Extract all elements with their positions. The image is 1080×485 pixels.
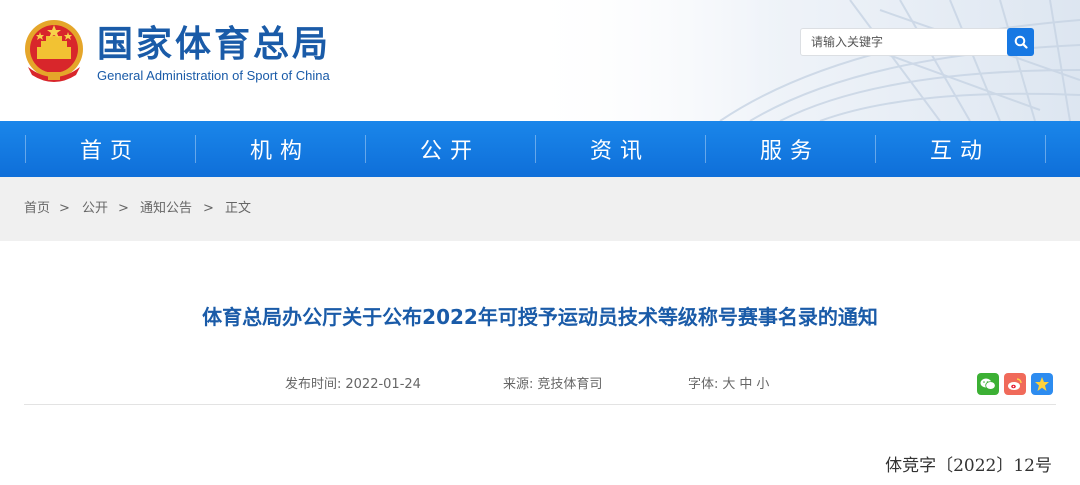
share-wechat-button[interactable]: [977, 373, 999, 395]
national-emblem-icon[interactable]: [22, 17, 86, 85]
source-value: 竞技体育司: [537, 377, 603, 392]
font-size-control: 字体: 大中小: [688, 377, 769, 393]
nav-item-organization[interactable]: 机构: [195, 121, 365, 177]
breadcrumb: 首页 > 公开 > 通知公告 > 正文: [0, 177, 1080, 241]
breadcrumb-separator: >: [203, 201, 214, 216]
wechat-icon: [980, 378, 996, 390]
document-number: 体竞字〔2022〕12号: [885, 456, 1052, 476]
font-size-medium[interactable]: 中: [739, 377, 752, 392]
publish-date: 发布时间: 2022-01-24: [285, 377, 421, 393]
magnifier-icon: [1014, 35, 1028, 49]
source-label: 来源:: [503, 377, 534, 392]
breadcrumb-notices[interactable]: 通知公告: [140, 201, 192, 217]
breadcrumb-current: 正文: [225, 201, 252, 216]
nav-item-interaction[interactable]: 互动: [875, 121, 1045, 177]
article-title: 体育总局办公厅关于公布2022年可授予运动员技术等级称号赛事名录的通知: [202, 305, 878, 329]
qzone-icon: [1035, 377, 1049, 391]
font-size-large[interactable]: 大: [722, 377, 735, 392]
nav-divider: [1045, 135, 1046, 163]
site-title: 国家体育总局: [97, 24, 332, 65]
search-input[interactable]: [801, 29, 1005, 55]
publish-date-value: 2022-01-24: [345, 377, 421, 392]
share-weibo-button[interactable]: [1004, 373, 1026, 395]
weibo-icon: [1008, 378, 1022, 390]
article-source: 来源: 竞技体育司: [503, 377, 602, 393]
font-size-small[interactable]: 小: [756, 377, 769, 392]
nav-item-home[interactable]: 首页: [25, 121, 195, 177]
search-button[interactable]: [1007, 28, 1034, 56]
nav-item-public[interactable]: 公开: [365, 121, 535, 177]
breadcrumb-public[interactable]: 公开: [82, 201, 108, 217]
breadcrumb-separator: >: [59, 201, 70, 216]
meta-divider: [24, 404, 1056, 405]
publish-label: 发布时间:: [285, 377, 342, 392]
nav-item-services[interactable]: 服务: [705, 121, 875, 177]
share-qzone-button[interactable]: [1031, 373, 1053, 395]
font-size-label: 字体:: [688, 377, 719, 392]
breadcrumb-separator: >: [118, 201, 129, 216]
breadcrumb-home[interactable]: 首页: [24, 201, 50, 217]
search-box: [800, 28, 1034, 56]
site-subtitle: General Administration of Sport of China: [97, 68, 330, 83]
nav-item-news[interactable]: 资讯: [535, 121, 705, 177]
main-nav: 首页 机构 公开 资讯 服务 互动: [0, 121, 1080, 177]
stadium-decoration: [520, 0, 1080, 121]
site-header: 国家体育总局 General Administration of Sport o…: [0, 0, 1080, 121]
